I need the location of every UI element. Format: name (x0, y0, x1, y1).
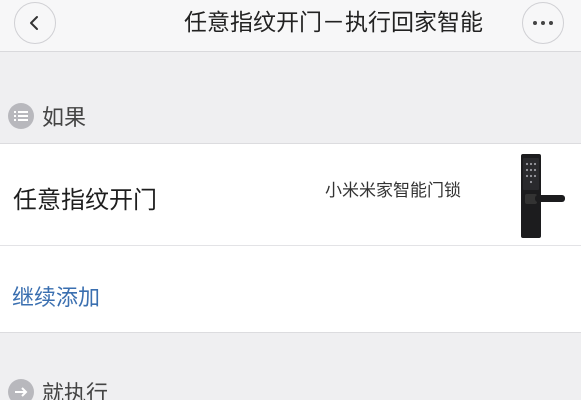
condition-section-header: 如果 (0, 87, 581, 145)
trigger-row[interactable]: 任意指纹开门 小米米家智能门锁 (0, 144, 581, 246)
title-bar: 任意指纹开门－执行回家智能 (0, 0, 581, 52)
action-section-header: 就执行 (0, 372, 581, 400)
action-section-label: 就执行 (42, 382, 109, 400)
more-horizontal-icon (533, 21, 553, 25)
add-more-link[interactable]: 继续添加 (12, 280, 100, 312)
condition-section-label: 如果 (42, 106, 87, 131)
automation-page: 任意指纹开门－执行回家智能 如果 任意指纹开门 小米米家智能门锁 继续添加 就执… (0, 0, 581, 400)
page-title: 任意指纹开门－执行回家智能 (184, 10, 483, 36)
more-button[interactable] (522, 2, 564, 44)
smart-door-lock-icon (521, 154, 565, 238)
chevron-left-icon (30, 16, 38, 30)
arrow-right-icon (8, 379, 34, 400)
trigger-name: 任意指纹开门 (13, 186, 157, 214)
condition-card: 任意指纹开门 小米米家智能门锁 继续添加 (0, 143, 581, 333)
list-icon (8, 103, 34, 129)
device-name: 小米米家智能门锁 (325, 181, 461, 201)
back-button[interactable] (14, 2, 56, 44)
